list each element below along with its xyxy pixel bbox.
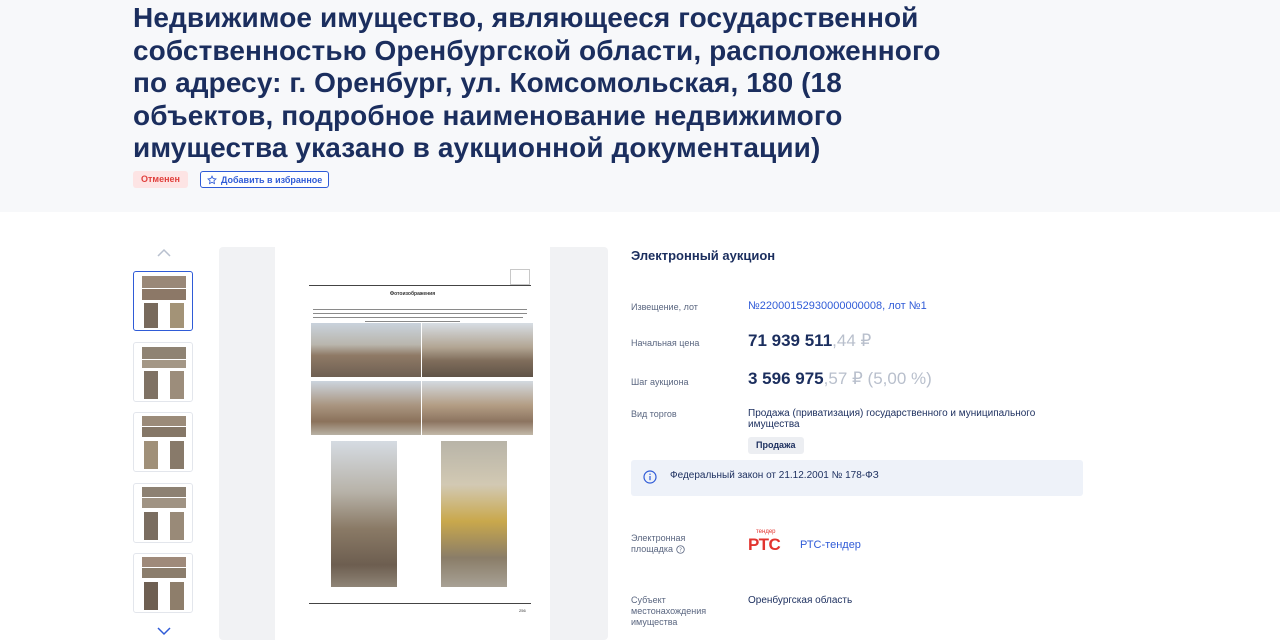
document-page-number: 256 [519, 608, 526, 613]
subject-label-line2: местонахождения [631, 606, 707, 616]
document-photo [422, 381, 533, 435]
start-price-main: 71 939 511 [748, 331, 833, 350]
svg-text:?: ? [679, 548, 682, 554]
thumbnail-photo [144, 582, 158, 610]
rts-tender-logo: тендер РТС [748, 529, 784, 555]
star-outline-icon [207, 174, 217, 184]
thumbnail-3[interactable] [133, 412, 193, 472]
start-price: 71 939 511,44 ₽ [748, 331, 871, 351]
subject-label: Субъект местонахождения имущества [631, 595, 706, 628]
thumbnail-photo [170, 582, 184, 610]
auction-step-label: Шаг аукциона [631, 377, 689, 387]
rts-logo-main: РТС [748, 535, 781, 554]
platform-label: Электронная площадка ? [631, 533, 685, 555]
document-photo [422, 323, 533, 377]
thumbnail-photo [142, 416, 186, 426]
info-circle-icon [643, 470, 657, 484]
start-price-fraction: ,44 ₽ [832, 331, 872, 350]
add-to-favorites-button[interactable]: Добавить в избранное [199, 171, 330, 188]
thumbnail-photo [170, 371, 184, 399]
document-text-line [313, 313, 527, 314]
thumbnail-photo [144, 512, 158, 540]
document-photo [331, 441, 397, 587]
document-text-line [365, 321, 460, 322]
thumbnail-1[interactable] [133, 271, 193, 331]
document-photo [311, 381, 421, 435]
thumbnail-photo [144, 371, 158, 399]
thumbnail-photo [142, 360, 186, 368]
trade-type-value: Продажа (приватизация) государственного … [748, 408, 1036, 430]
lot-title: Недвижимое имущество, являющееся государ… [133, 2, 941, 163]
thumbnail-photo [142, 347, 186, 359]
document-page: Фотоизображения 256 [275, 247, 550, 640]
thumbnail-4[interactable] [133, 483, 193, 543]
platform-label-word: площадка [631, 544, 674, 554]
thumbnail-photo [142, 276, 186, 288]
thumbnail-photo [142, 289, 186, 300]
document-rule [309, 285, 531, 286]
platform-label-line2: площадка ? [631, 544, 685, 555]
trade-type-tag: Продажа [748, 437, 804, 454]
status-badge: Отменен [133, 171, 188, 188]
thumbnail-photo [142, 568, 186, 578]
notice-link[interactable]: №22000152930000000008, лот №1 [748, 300, 927, 312]
auction-step-fraction: ,57 ₽ (5,00 %) [823, 369, 932, 388]
subject-value: Оренбургская область [748, 595, 853, 606]
subject-label-line3: имущества [631, 617, 678, 627]
thumbnail-photo [144, 441, 158, 469]
lot-header: Недвижимое имущество, являющееся государ… [0, 0, 1280, 212]
question-circle-icon[interactable]: ? [675, 545, 685, 554]
thumbnail-photo [144, 303, 158, 328]
thumbnail-2[interactable] [133, 342, 193, 402]
thumbnail-5[interactable] [133, 553, 193, 613]
auction-type: Электронный аукцион [631, 248, 776, 263]
document-text-line [313, 309, 527, 310]
platform-label-line1: Электронная [631, 533, 686, 543]
document-logo [510, 269, 530, 285]
trade-type-label: Вид торгов [631, 409, 677, 419]
start-price-label: Начальная цена [631, 338, 700, 348]
chevron-down-icon[interactable] [156, 626, 172, 636]
law-notice: Федеральный закон от 21.12.2001 № 178-ФЗ [631, 460, 1083, 496]
document-heading: Фотоизображения [389, 291, 436, 297]
thumbnail-photo [142, 487, 186, 497]
notice-label: Извещение, лот [631, 302, 698, 312]
auction-step-main: 3 596 975 [748, 369, 824, 388]
thumbnail-photo [142, 427, 186, 437]
document-photo [311, 323, 421, 377]
add-to-favorites-label: Добавить в избранное [220, 174, 323, 185]
platform-link[interactable]: РТС-тендер [800, 539, 861, 551]
thumbnail-photo [170, 441, 184, 469]
chevron-up-icon[interactable] [156, 248, 172, 258]
auction-step: 3 596 975,57 ₽ (5,00 %) [748, 369, 932, 389]
thumbnail-photo [142, 498, 186, 508]
thumbnail-photo [170, 303, 184, 328]
document-rule [309, 603, 531, 604]
subject-label-line1: Субъект [631, 595, 666, 605]
document-photo [441, 441, 507, 587]
main-photo-viewer[interactable]: Фотоизображения 256 [219, 247, 608, 640]
lot-badges: Отменен Добавить в избранное [133, 171, 330, 188]
document-text-line [313, 317, 523, 318]
law-text: Федеральный закон от 21.12.2001 № 178-ФЗ [670, 470, 879, 481]
thumbnail-photo [170, 512, 184, 540]
thumbnail-photo [142, 557, 186, 567]
